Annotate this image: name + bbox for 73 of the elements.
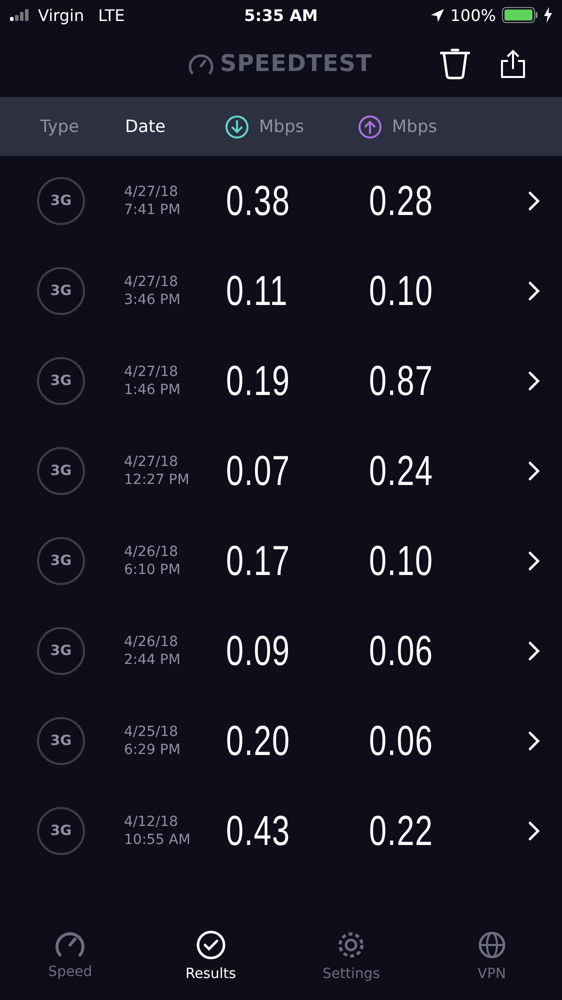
chevron-right-icon[interactable] xyxy=(528,731,540,751)
chevron-right-icon[interactable] xyxy=(528,821,540,841)
result-time: 6:10 PM xyxy=(124,561,182,579)
upload-speed: 0.06 xyxy=(369,717,434,765)
download-speed: 0.43 xyxy=(226,807,292,855)
gear-icon xyxy=(336,930,366,960)
download-speed: 0.17 xyxy=(226,537,292,585)
upload-speed: 0.24 xyxy=(369,447,434,495)
result-date: 4/27/18 xyxy=(124,183,179,201)
network-type-badge: 3G xyxy=(37,447,85,495)
result-date: 4/26/18 xyxy=(124,543,179,561)
upload-speed: 0.10 xyxy=(369,537,434,585)
result-date: 4/27/18 xyxy=(124,273,179,291)
chevron-right-icon[interactable] xyxy=(528,371,540,391)
charging-bolt-icon xyxy=(544,7,552,23)
column-header[interactable]: Mbps xyxy=(358,114,478,138)
result-time: 1:46 PM xyxy=(124,381,182,399)
network-type-badge: 3G xyxy=(37,717,85,765)
download-speed: 0.07 xyxy=(226,447,292,495)
network-type: LTE xyxy=(98,6,125,24)
globe-icon xyxy=(476,930,507,960)
result-time: 6:29 PM xyxy=(124,741,182,759)
tab-bar-item[interactable]: Results xyxy=(140,930,281,982)
result-date: 4/27/18 xyxy=(124,453,179,471)
network-type-badge: 3G xyxy=(37,267,85,315)
network-type-badge: 3G xyxy=(37,357,85,405)
result-date: 4/26/18 xyxy=(124,633,179,651)
upload-speed: 0.10 xyxy=(369,267,434,315)
upload-icon xyxy=(358,114,382,138)
result-time: 3:46 PM xyxy=(124,291,182,309)
checkmark-icon xyxy=(196,930,226,960)
battery-percent: 100% xyxy=(450,6,496,24)
upload-speed: 0.87 xyxy=(369,357,434,405)
network-type-badge: 3G xyxy=(37,537,85,585)
download-icon xyxy=(225,114,249,138)
result-date: 4/25/18 xyxy=(124,723,179,741)
chevron-right-icon[interactable] xyxy=(528,191,540,211)
network-type-badge: 3G xyxy=(37,177,85,225)
gauge-icon xyxy=(54,930,86,958)
upload-speed: 0.06 xyxy=(369,627,434,675)
result-time: 7:41 PM xyxy=(124,201,182,219)
tab-bar-item[interactable]: VPN xyxy=(422,930,562,982)
result-date: 4/12/18 xyxy=(124,813,179,831)
result-time: 10:55 AM xyxy=(124,831,192,849)
share-icon[interactable] xyxy=(500,48,526,78)
column-header[interactable]: Mbps xyxy=(225,114,358,138)
upload-speed: 0.22 xyxy=(369,807,434,855)
chevron-right-icon[interactable] xyxy=(528,551,540,571)
chevron-right-icon[interactable] xyxy=(528,281,540,301)
result-time: 2:44 PM xyxy=(124,651,182,669)
battery-icon xyxy=(502,7,538,23)
result-time: 12:27 PM xyxy=(124,471,190,489)
chevron-right-icon[interactable] xyxy=(528,461,540,481)
download-speed: 0.11 xyxy=(226,267,289,315)
tab-bar-item[interactable]: Settings xyxy=(281,930,422,982)
trash-icon[interactable] xyxy=(440,48,470,80)
clock: 5:35 AM xyxy=(244,6,318,24)
chevron-right-icon[interactable] xyxy=(528,641,540,661)
network-type-badge: 3G xyxy=(37,807,85,855)
download-speed: 0.38 xyxy=(226,177,292,225)
column-header[interactable]: Type xyxy=(40,116,125,136)
network-type-badge: 3G xyxy=(37,627,85,675)
app-logo-text: SPEEDTEST xyxy=(220,50,372,76)
download-speed: 0.09 xyxy=(226,627,292,675)
result-date: 4/27/18 xyxy=(124,363,179,381)
download-speed: 0.20 xyxy=(226,717,292,765)
column-header[interactable]: Date xyxy=(125,116,225,136)
location-arrow-icon xyxy=(431,8,444,22)
tab-bar-item[interactable]: Speed xyxy=(0,930,140,982)
upload-speed: 0.28 xyxy=(369,177,434,225)
carrier-name: Virgin xyxy=(38,6,84,24)
gauge-icon xyxy=(188,52,214,74)
download-speed: 0.19 xyxy=(226,357,292,405)
